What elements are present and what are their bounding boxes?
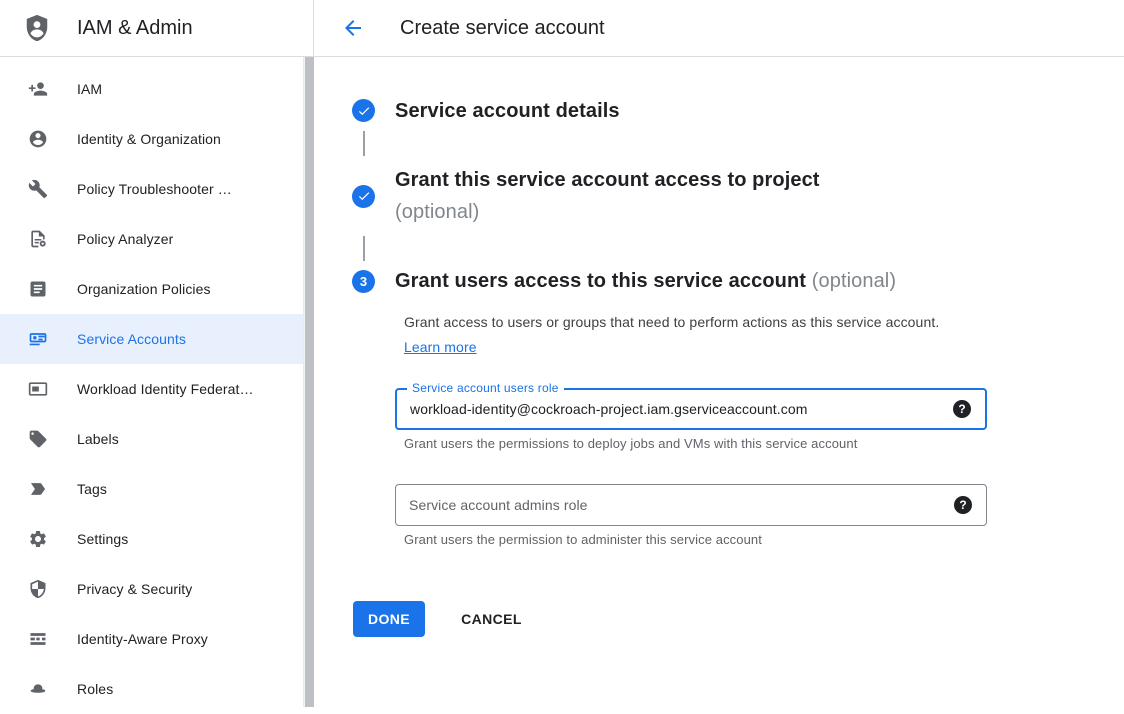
shield-half-icon xyxy=(28,579,48,599)
step-3-number: 3 xyxy=(360,274,367,289)
page-header: Create service account xyxy=(314,0,605,56)
page-title: Create service account xyxy=(400,17,605,40)
sidebar-item-labels[interactable]: Labels xyxy=(0,414,304,464)
sidebar-item-service-accounts[interactable]: Service Accounts xyxy=(0,314,304,364)
top-header: IAM & Admin Create service account xyxy=(0,0,1124,57)
step-3-description: Grant access to users or groups that nee… xyxy=(395,310,940,360)
description-text: Grant access to users or groups that nee… xyxy=(404,314,939,330)
step-connector xyxy=(363,236,365,261)
sidebar-item-label: Organization Policies xyxy=(77,281,211,297)
sidebar-item-label: IAM xyxy=(77,81,102,97)
step-1-service-account-details: Service account details xyxy=(352,99,1124,123)
proxy-icon xyxy=(28,629,48,649)
users-role-floating-label: Service account users role xyxy=(407,381,564,395)
sidebar-item-label: Service Accounts xyxy=(77,331,186,347)
step-3-body: Grant access to users or groups that nee… xyxy=(395,310,1124,547)
sidebar-item-policy-analyzer[interactable]: Policy Analyzer xyxy=(0,214,304,264)
sidebar-item-settings[interactable]: Settings xyxy=(0,514,304,564)
sidebar-item-privacy-security[interactable]: Privacy & Security xyxy=(0,564,304,614)
sidebar-item-label: Privacy & Security xyxy=(77,581,192,597)
step-3-title-text: Grant users access to this service accou… xyxy=(395,270,806,292)
hat-icon xyxy=(28,679,48,699)
users-role-input[interactable] xyxy=(397,390,985,428)
step-3-title: Grant users access to this service accou… xyxy=(395,269,896,293)
sidebar-item-label: Identity-Aware Proxy xyxy=(77,631,208,647)
back-arrow-icon[interactable] xyxy=(341,16,365,40)
sidebar-item-workload-identity-federation[interactable]: Workload Identity Federat… xyxy=(0,364,304,414)
service-account-icon xyxy=(28,329,48,349)
step-3-number-badge: 3 xyxy=(352,270,375,293)
sidebar-item-tags[interactable]: Tags xyxy=(0,464,304,514)
admins-role-help-icon[interactable]: ? xyxy=(954,496,972,514)
sidebar-item-label: Labels xyxy=(77,431,119,447)
sidebar-item-label: Identity & Organization xyxy=(77,131,221,147)
sidebar-item-policy-troubleshooter[interactable]: Policy Troubleshooter … xyxy=(0,164,304,214)
sidebar-item-label: Policy Analyzer xyxy=(77,231,173,247)
cancel-button[interactable]: CANCEL xyxy=(447,601,536,637)
step-1-check-icon xyxy=(352,99,375,122)
step-2-check-icon xyxy=(352,185,375,208)
step-1-title: Service account details xyxy=(395,99,620,123)
app-title: IAM & Admin xyxy=(77,17,193,40)
step-connector xyxy=(363,131,365,156)
label-icon xyxy=(28,429,48,449)
service-account-users-role-field: Service account users role ? xyxy=(395,388,987,430)
tag-arrow-icon xyxy=(28,479,48,499)
done-button[interactable]: DONE xyxy=(353,601,425,637)
step-3-optional-text: (optional) xyxy=(812,270,896,292)
policy-analyzer-icon xyxy=(28,229,48,249)
account-circle-icon xyxy=(28,129,48,149)
article-icon xyxy=(28,279,48,299)
service-account-admins-role-field: ? xyxy=(395,484,987,526)
sidebar-item-label: Policy Troubleshooter … xyxy=(77,181,232,197)
users-role-help-icon[interactable]: ? xyxy=(953,400,971,418)
sidebar-item-label: Tags xyxy=(77,481,107,497)
admins-role-helper-text: Grant users the permission to administer… xyxy=(395,532,1124,547)
wrench-icon xyxy=(28,179,48,199)
sidebar-item-identity-aware-proxy[interactable]: Identity-Aware Proxy xyxy=(0,614,304,664)
form-actions: DONE CANCEL xyxy=(353,601,1124,637)
sidebar-item-identity-organization[interactable]: Identity & Organization xyxy=(0,114,304,164)
card-icon xyxy=(28,379,48,399)
gear-icon xyxy=(28,529,48,549)
learn-more-link[interactable]: Learn more xyxy=(404,339,477,355)
step-2-title-text: Grant this service account access to pro… xyxy=(395,169,820,191)
step-2-optional-text: (optional) xyxy=(395,201,479,223)
sidebar-item-label: Workload Identity Federat… xyxy=(77,381,254,397)
sidebar-scrollbar-track xyxy=(303,57,314,707)
iam-shield-logo-icon xyxy=(22,12,52,44)
sidebar-item-organization-policies[interactable]: Organization Policies xyxy=(0,264,304,314)
sidebar-item-label: Settings xyxy=(77,531,128,547)
step-3-grant-users-access: 3 Grant users access to this service acc… xyxy=(352,269,1124,293)
step-2-title: Grant this service account access to pro… xyxy=(395,164,820,228)
sidebar-item-iam[interactable]: IAM xyxy=(0,64,304,114)
person-add-icon xyxy=(28,79,48,99)
sidebar-item-label: Roles xyxy=(77,681,113,697)
step-2-grant-access-to-project: Grant this service account access to pro… xyxy=(352,164,1124,228)
admins-role-input[interactable] xyxy=(396,485,986,525)
users-role-helper-text: Grant users the permissions to deploy jo… xyxy=(395,436,1124,451)
sidebar-nav: IAM Identity & Organization Policy Troub… xyxy=(0,57,304,707)
sidebar-scrollbar-thumb[interactable] xyxy=(305,57,314,707)
product-header: IAM & Admin xyxy=(0,0,314,56)
create-service-account-panel: Service account details Grant this servi… xyxy=(314,58,1124,707)
